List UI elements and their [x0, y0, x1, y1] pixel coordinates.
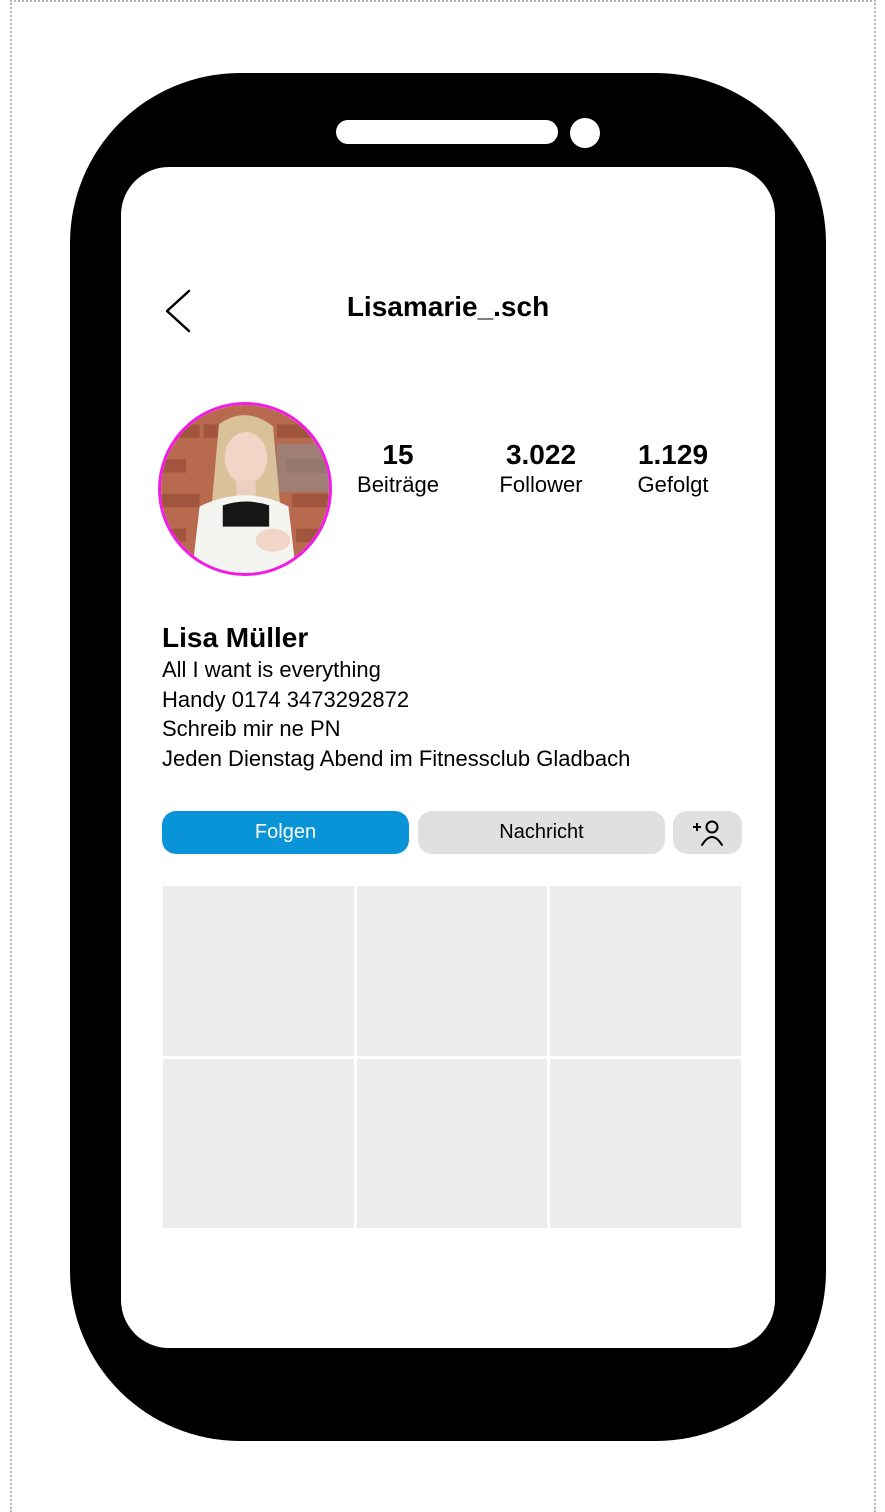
post-thumbnail[interactable] [356, 886, 548, 1056]
add-user-icon [692, 820, 723, 846]
bio-line: All I want is everything [162, 657, 381, 682]
phone-camera [570, 118, 600, 148]
phone-speaker [336, 120, 558, 144]
post-thumbnail[interactable] [163, 1058, 354, 1228]
stat-value: 3.022 [505, 439, 577, 470]
avatar[interactable] [158, 402, 332, 576]
post-thumbnail[interactable] [356, 1058, 548, 1228]
stat-followers[interactable]: 3.022 Follower [476, 439, 606, 499]
stat-posts[interactable]: 15 Beiträge [333, 439, 463, 499]
follow-button[interactable]: Folgen [162, 811, 409, 854]
post-thumbnail[interactable] [163, 886, 354, 1056]
bio-line: Jeden Dienstag Abend im Fitnessclub Glad… [162, 745, 631, 771]
bio-line: Schreib mir ne PN [162, 716, 341, 741]
add-user-button[interactable] [673, 811, 742, 854]
post-thumbnail[interactable] [550, 886, 741, 1056]
stat-label: Gefolgt [637, 472, 709, 497]
profile-name: Lisa Müller [162, 622, 309, 653]
stat-value: 1.129 [637, 439, 709, 470]
bio-line: Handy 0174 3473292872 [162, 686, 410, 712]
message-button[interactable]: Nachricht [418, 811, 665, 854]
avatar-photo [161, 405, 329, 573]
stat-value: 15 [382, 439, 414, 470]
stat-label: Beiträge [357, 472, 439, 497]
posts-grid [163, 886, 741, 1228]
profile-bio: Lisa Müller All I want is everything Han… [162, 621, 630, 773]
stat-following[interactable]: 1.129 Gefolgt [608, 439, 738, 499]
stat-label: Follower [499, 472, 583, 497]
profile-username: Lisamarie_.sch [346, 291, 550, 322]
post-thumbnail[interactable] [550, 1058, 741, 1228]
phone-frame: Lisamarie_.sch 15 Beiträge 3.022 Followe… [70, 73, 826, 1441]
phone-screen: Lisamarie_.sch 15 Beiträge 3.022 Followe… [121, 167, 775, 1348]
